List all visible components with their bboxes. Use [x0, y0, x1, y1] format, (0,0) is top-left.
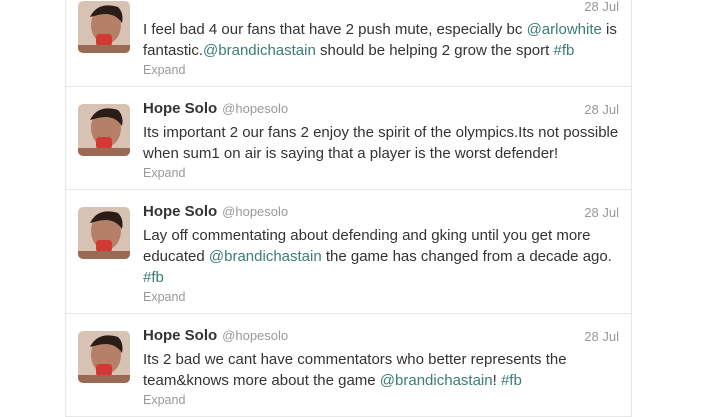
expand-link[interactable]: Expand [143, 391, 621, 416]
avatar[interactable] [78, 104, 130, 156]
mention-link[interactable]: @brandichastain [209, 248, 322, 265]
expand-link[interactable]: Expand [143, 288, 621, 313]
tweet-text: Its 2 bad we cant have commentators who … [143, 349, 621, 391]
expand-link[interactable]: Expand [143, 61, 621, 86]
tweet-fullname[interactable]: Hope Solo [143, 327, 217, 344]
tweet-timestamp[interactable]: 28 Jul [584, 205, 619, 220]
tweet-handle[interactable]: @hopesolo [222, 328, 288, 343]
tweet-text-segment: ! [492, 372, 501, 389]
tweet-item[interactable]: Hope Solo @hopesolo 28 Jul Its 2 bad we c… [66, 314, 631, 417]
expand-link[interactable]: Expand [143, 164, 621, 189]
tweet-text: Its important 2 our fans 2 enjoy the spi… [143, 122, 621, 164]
tweet-timestamp[interactable]: 28 Jul [584, 0, 619, 14]
tweet-text-segment: should be helping 2 grow the sport [315, 42, 554, 59]
mention-link[interactable]: @brandichastain [203, 42, 316, 59]
hashtag-link[interactable]: #fb [143, 269, 164, 286]
tweet-header: 28 Jul [143, 0, 621, 19]
avatar-photo [78, 207, 130, 259]
mention-link[interactable]: @arlowhite [527, 21, 602, 38]
tweet-fullname[interactable]: Hope Solo [143, 100, 217, 117]
tweet-timestamp[interactable]: 28 Jul [584, 329, 619, 344]
avatar-photo [78, 331, 130, 383]
tweet-timestamp[interactable]: 28 Jul [584, 102, 619, 117]
tweet-text-segment: the game has changed from a decade ago. [321, 248, 612, 265]
tweet-header: Hope Solo @hopesolo 28 Jul [143, 203, 621, 225]
tweet-text-segment: Its important 2 our fans 2 enjoy the spi… [143, 124, 619, 162]
tweet-item[interactable]: Hope Solo @hopesolo 28 Jul Lay off commen… [66, 190, 631, 314]
tweet-header: Hope Solo @hopesolo 28 Jul [143, 327, 621, 349]
tweet-timeline: 28 Jul I feel bad 4 our fans that have 2… [65, 0, 632, 417]
avatar-photo [78, 1, 130, 53]
tweet-fullname[interactable]: Hope Solo [143, 203, 217, 220]
avatar-photo [78, 104, 130, 156]
tweet-text: Lay off commentating about defending and… [143, 225, 621, 288]
tweet-handle[interactable]: @hopesolo [222, 101, 288, 116]
tweet-handle[interactable]: @hopesolo [222, 204, 288, 219]
tweet-text-segment: I feel bad 4 our fans that have 2 push m… [143, 21, 527, 38]
tweet-header: Hope Solo @hopesolo 28 Jul [143, 100, 621, 122]
avatar[interactable] [78, 331, 130, 383]
hashtag-link[interactable]: #fb [553, 42, 574, 59]
avatar[interactable] [78, 207, 130, 259]
tweet-text: I feel bad 4 our fans that have 2 push m… [143, 19, 621, 61]
tweet-item[interactable]: 28 Jul I feel bad 4 our fans that have 2… [66, 0, 631, 87]
tweet-item[interactable]: Hope Solo @hopesolo 28 Jul Its important … [66, 87, 631, 190]
mention-link[interactable]: @brandichastain [380, 372, 493, 389]
hashtag-link[interactable]: #fb [501, 372, 522, 389]
avatar[interactable] [78, 1, 130, 53]
